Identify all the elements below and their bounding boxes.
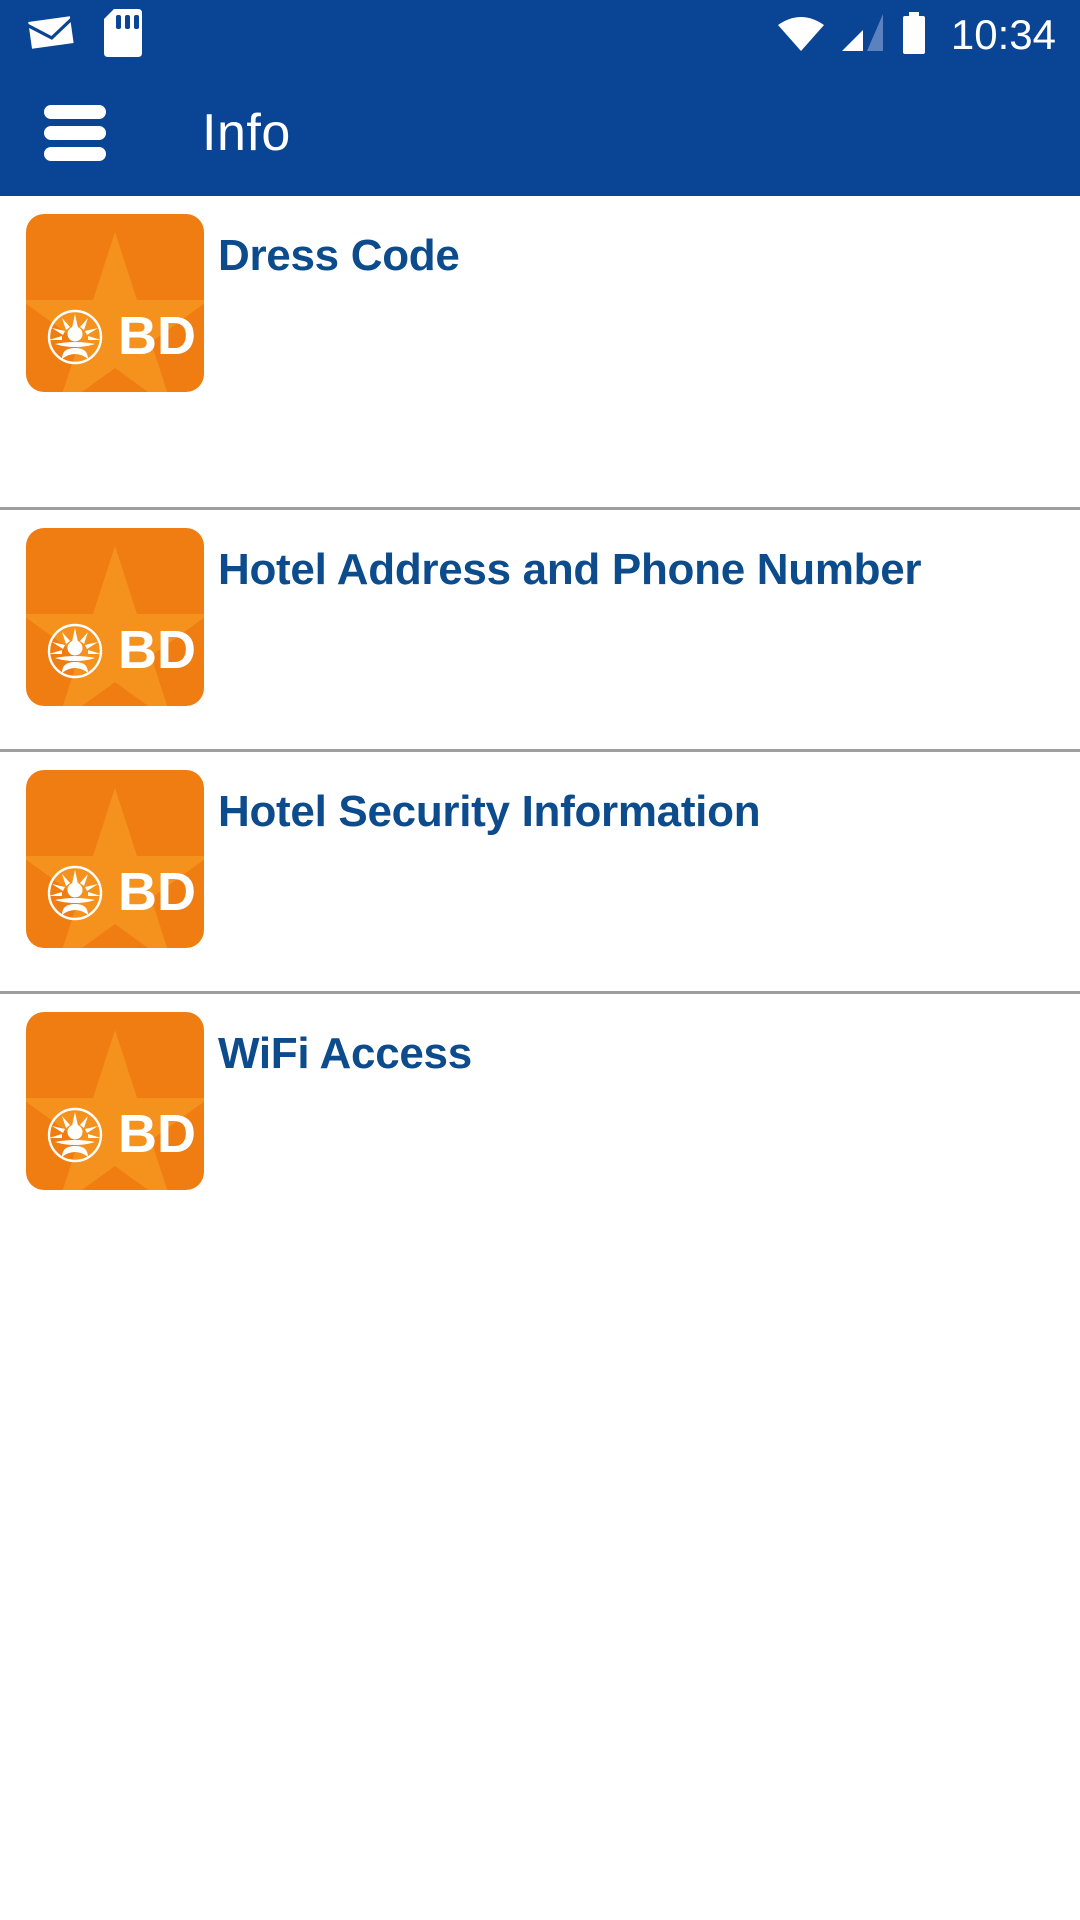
wifi-icon (777, 13, 825, 58)
list-item-title: WiFi Access (218, 1029, 472, 1078)
status-bar-right-icons: 10:34 (777, 11, 1080, 59)
page-title: Info (202, 104, 291, 162)
list-item-thumbnail: BD (0, 1012, 218, 1190)
list-item-title: Dress Code (218, 231, 460, 280)
bd-logo-icon: BD (26, 1012, 204, 1190)
hamburger-menu-icon[interactable] (44, 105, 106, 161)
bd-logo-text: BD (118, 306, 196, 366)
bd-logo-icon: BD (26, 770, 204, 948)
status-bar-left-icons (0, 8, 142, 62)
status-bar: 10:34 (0, 0, 1080, 70)
bd-logo-icon: BD (26, 214, 204, 392)
hamburger-bar-2 (44, 126, 106, 140)
bd-logo-text: BD (118, 862, 196, 922)
list-item-content: WiFi Access (218, 1012, 1080, 1079)
list-item-content: Hotel Security Information (218, 770, 1080, 837)
battery-icon (901, 11, 927, 59)
list-item-thumbnail: BD (0, 214, 218, 392)
cell-signal-icon (841, 13, 885, 58)
list-item-hotel-security-information[interactable]: BD Hotel Security Information (0, 752, 1080, 994)
bd-logo-text: BD (118, 1104, 196, 1164)
bd-logo-icon: BD (26, 528, 204, 706)
list-item-hotel-address-and-phone-number[interactable]: BD Hotel Address and Phone Number (0, 510, 1080, 752)
list-item-content: Dress Code (218, 214, 1080, 281)
list-item-title: Hotel Security Information (218, 787, 761, 836)
list-item-thumbnail: BD (0, 770, 218, 948)
list-item-wifi-access[interactable]: BD WiFi Access (0, 994, 1080, 1236)
mail-icon (28, 15, 74, 55)
hamburger-bar-1 (44, 105, 106, 119)
list-item-dress-code[interactable]: BD Dress Code (0, 196, 1080, 510)
sd-card-icon (104, 8, 142, 62)
list-item-thumbnail: BD (0, 528, 218, 706)
list-item-content: Hotel Address and Phone Number (218, 528, 1080, 595)
info-list: BD Dress Code BD Hotel Address and Phone… (0, 196, 1080, 1236)
status-bar-clock: 10:34 (950, 11, 1056, 58)
list-item-title: Hotel Address and Phone Number (218, 545, 922, 594)
bd-logo-text: BD (118, 620, 196, 680)
app-bar: Info (0, 70, 1080, 196)
hamburger-bar-3 (44, 147, 106, 161)
app-screen: 10:34 Info BD Dress Code BD Hotel Addres… (0, 0, 1080, 1920)
